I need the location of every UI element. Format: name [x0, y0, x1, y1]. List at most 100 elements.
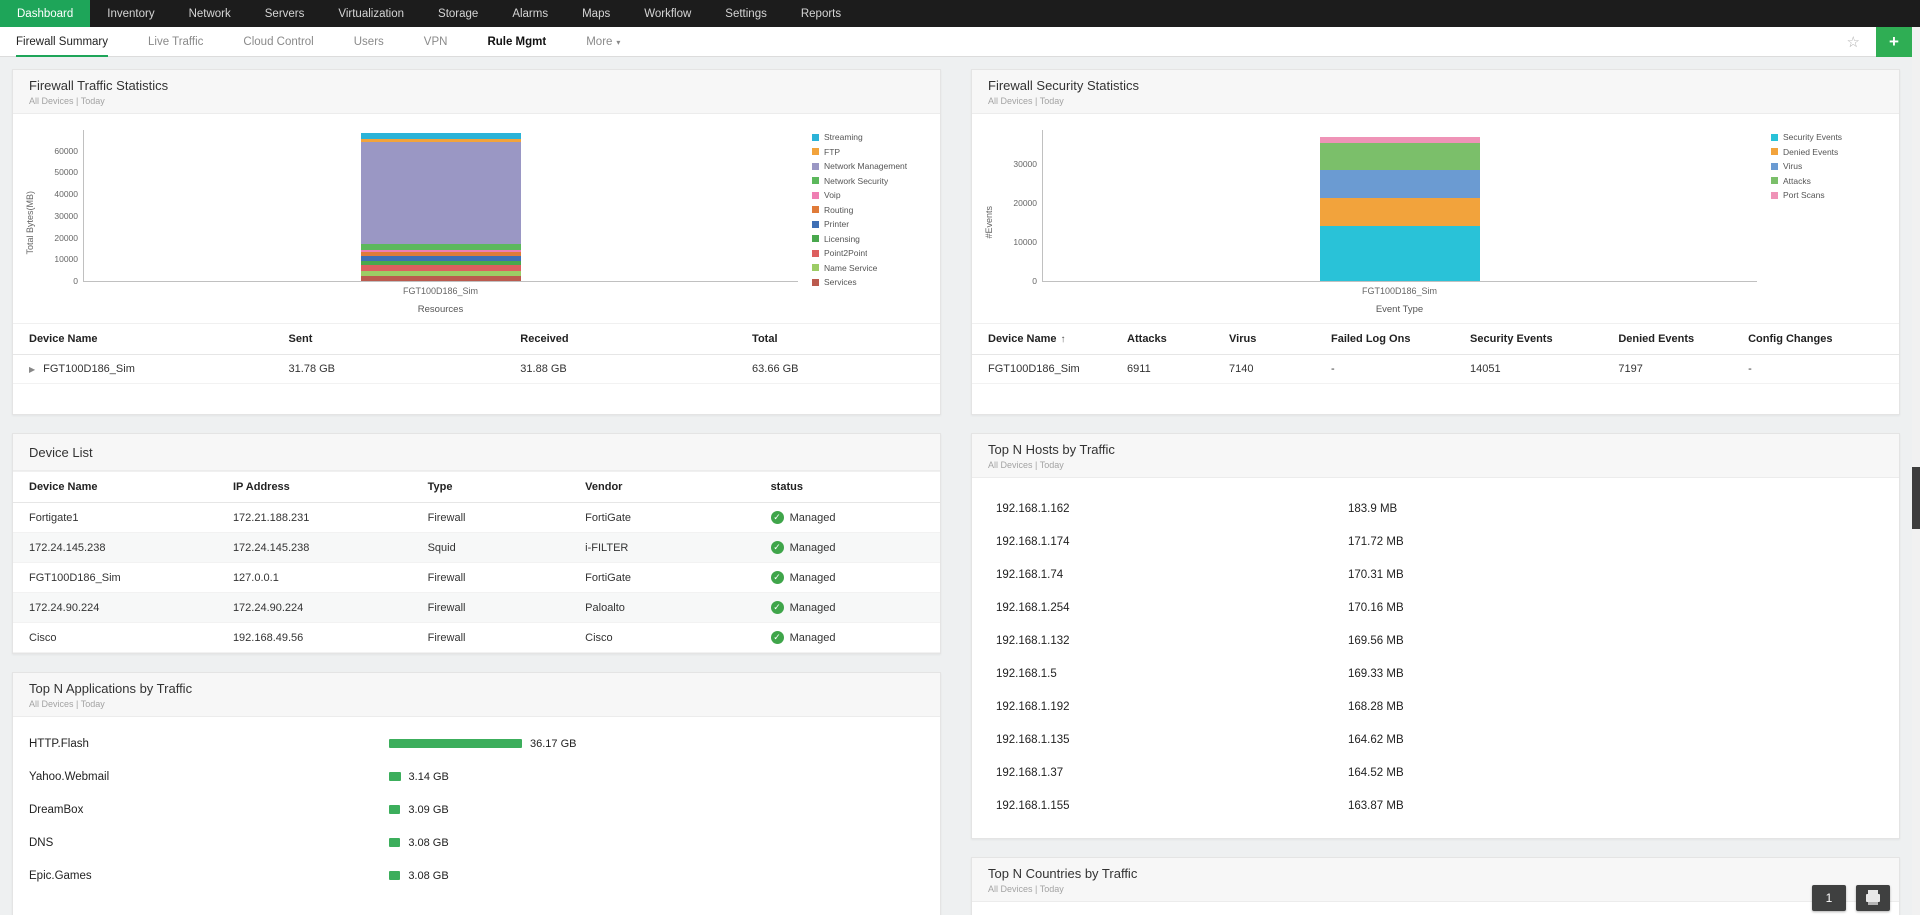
column-header-config-changes[interactable]: Config Changes	[1732, 324, 1899, 355]
column-header-ip-address[interactable]: IP Address	[216, 472, 412, 503]
legend-item-streaming[interactable]: Streaming	[812, 132, 932, 142]
app-traffic-row[interactable]: DNS 3.08 GB	[13, 826, 940, 859]
column-header-type[interactable]: Type	[411, 472, 570, 503]
host-traffic-row[interactable]: 192.168.1.37 164.52 MB	[972, 756, 1899, 789]
bar-segment-denied-events[interactable]	[1320, 198, 1480, 227]
column-header-denied-events[interactable]: Denied Events	[1602, 324, 1733, 355]
legend-item-licensing[interactable]: Licensing	[812, 234, 932, 244]
bar-segment-services[interactable]	[361, 275, 521, 281]
table-row[interactable]: Cisco 192.168.49.56 Firewall Cisco ✓ Managed	[13, 622, 940, 653]
column-header-attacks[interactable]: Attacks	[1111, 324, 1214, 355]
host-traffic-row[interactable]: 192.168.1.254 170.16 MB	[972, 591, 1899, 624]
legend-item-denied-events[interactable]: Denied Events	[1771, 147, 1891, 157]
status-badge: ✓ Managed	[770, 511, 835, 524]
topnav-item-virtualization[interactable]: Virtualization	[321, 0, 421, 27]
host-traffic-row[interactable]: 192.168.1.174 171.72 MB	[972, 525, 1899, 558]
table-row[interactable]: Fortigate1 172.21.188.231 Firewall FortiGat…	[13, 502, 940, 533]
legend-item-printer[interactable]: Printer	[812, 219, 932, 229]
bar-segment-security-events[interactable]	[1320, 226, 1480, 281]
subnav-tab-users[interactable]: Users	[354, 27, 384, 57]
column-header-device-name[interactable]: Device Name	[13, 324, 273, 355]
topnav-item-storage[interactable]: Storage	[421, 0, 495, 27]
legend-item-voip[interactable]: Voip	[812, 190, 932, 200]
x-axis-title: Event Type	[1375, 304, 1424, 315]
topnav-item-reports[interactable]: Reports	[784, 0, 858, 27]
legend-item-routing[interactable]: Routing	[812, 205, 932, 215]
table-row[interactable]: 172.24.145.238 172.24.145.238 Squid i-FILTE…	[13, 532, 940, 563]
host-traffic-row[interactable]: 192.168.1.132 169.56 MB	[972, 624, 1899, 657]
host-ip: 192.168.1.37	[996, 766, 1064, 779]
app-traffic-row[interactable]: Yahoo.Webmail 3.14 GB	[13, 760, 940, 793]
print-button[interactable]	[1856, 885, 1890, 911]
subnav-tab-vpn[interactable]: VPN	[424, 27, 448, 57]
alarm-quick-view-button[interactable]: 1	[1812, 885, 1846, 911]
subnav-tab-firewall-summary[interactable]: Firewall Summary	[16, 27, 109, 57]
column-header-virus[interactable]: Virus	[1213, 324, 1315, 355]
topnav-item-workflow[interactable]: Workflow	[627, 0, 708, 27]
topnav-item-maps[interactable]: Maps	[565, 0, 627, 27]
topnav-item-network[interactable]: Network	[172, 0, 248, 27]
legend-item-point2point[interactable]: Point2Point	[812, 248, 932, 258]
subnav-tab-rule-mgmt[interactable]: Rule Mgmt	[487, 27, 546, 57]
alarm-count-badge: 1	[1825, 891, 1833, 905]
bar-segment-network-management[interactable]	[361, 142, 521, 245]
host-traffic-row[interactable]: 192.168.1.74 170.31 MB	[972, 558, 1899, 591]
column-header-sent[interactable]: Sent	[272, 324, 505, 355]
legend-item-port-scans[interactable]: Port Scans	[1771, 190, 1891, 200]
expand-row-icon[interactable]: ▶	[29, 365, 35, 374]
sort-ascending-icon[interactable]: ↑	[1061, 334, 1066, 345]
host-traffic-row[interactable]: 192.168.1.192 168.28 MB	[972, 690, 1899, 723]
table-row[interactable]: FGT100D186_Sim 127.0.0.1 Firewall FortiGate…	[13, 562, 940, 593]
host-traffic-row[interactable]: 192.168.1.162 183.9 MB	[972, 492, 1899, 525]
column-header-security-events[interactable]: Security Events	[1454, 324, 1603, 355]
scrollbar-thumb[interactable]	[1912, 467, 1920, 529]
host-traffic-row[interactable]: 192.168.1.135 164.62 MB	[972, 723, 1899, 756]
legend-item-virus[interactable]: Virus	[1771, 161, 1891, 171]
legend-item-services[interactable]: Services	[812, 277, 932, 287]
bar-segment-virus[interactable]	[1320, 170, 1480, 199]
host-traffic-value: 164.52 MB	[1348, 766, 1404, 779]
table-row[interactable]: FGT100D186_Sim 6911 7140-14051 7197-	[972, 354, 1899, 384]
app-traffic-row[interactable]: HTTP.Flash 36.17 GB	[13, 727, 940, 760]
legend-swatch	[812, 148, 819, 155]
column-header-device-name[interactable]: Device Name	[13, 472, 217, 503]
app-traffic-value: 3.08 GB	[408, 836, 449, 849]
table-row[interactable]: ▶ FGT100D186_Sim 31.78 GB 31.88 GB 63.66 GB	[13, 354, 940, 384]
plot-region: 0 10000 20000 30000	[1013, 130, 1757, 286]
legend-item-network-management[interactable]: Network Management	[812, 161, 932, 171]
topnav-item-inventory[interactable]: Inventory	[90, 0, 171, 27]
column-header-failed-log-ons[interactable]: Failed Log Ons	[1314, 324, 1455, 355]
vertical-scrollbar[interactable]	[1912, 27, 1920, 915]
table-row[interactable]: 172.24.90.224 172.24.90.224 Firewall Paloal…	[13, 592, 940, 623]
bar-segment-attacks[interactable]	[1320, 143, 1480, 171]
host-traffic-row[interactable]: 192.168.1.5 169.33 MB	[972, 657, 1899, 690]
y-tick-label: 30000	[54, 210, 78, 221]
app-traffic-row[interactable]: DreamBox 3.09 GB	[13, 793, 940, 826]
column-header-device-name[interactable]: Device Name ↑	[972, 324, 1112, 355]
topnav-item-dashboard[interactable]: Dashboard	[0, 0, 91, 27]
legend-item-security-events[interactable]: Security Events	[1771, 132, 1891, 142]
topnav-item-servers[interactable]: Servers	[248, 0, 322, 27]
subnav-tab-more[interactable]: More ▾	[586, 27, 620, 57]
add-widget-button[interactable]: +	[1876, 27, 1912, 57]
app-traffic-row[interactable]: Epic.Games 3.08 GB	[13, 859, 940, 892]
topnav-item-alarms[interactable]: Alarms	[495, 0, 565, 27]
y-tick-label: 10000	[1013, 237, 1037, 248]
subnav-tab-cloud-control[interactable]: Cloud Control	[243, 27, 313, 57]
column-header-received[interactable]: Received	[504, 324, 737, 355]
legend-swatch	[1771, 191, 1778, 199]
column-header-total[interactable]: Total	[736, 324, 940, 355]
legend-item-name-service[interactable]: Name Service	[812, 263, 932, 273]
topnav-item-settings[interactable]: Settings	[708, 0, 784, 27]
legend-item-ftp[interactable]: FTP	[812, 147, 932, 157]
column-header-status[interactable]: status	[754, 472, 940, 503]
app-traffic-value: 3.08 GB	[408, 869, 449, 882]
legend-label: Network Management	[824, 161, 908, 171]
subnav-tab-live-traffic[interactable]: Live Traffic	[148, 27, 203, 57]
favorite-star-icon[interactable]: ☆	[1847, 33, 1860, 51]
host-traffic-row[interactable]: 192.168.1.155 163.87 MB	[972, 789, 1899, 822]
y-tick-label: 10000	[54, 254, 78, 265]
legend-item-network-security[interactable]: Network Security	[812, 176, 932, 186]
legend-item-attacks[interactable]: Attacks	[1771, 176, 1891, 186]
column-header-vendor[interactable]: Vendor	[569, 472, 755, 503]
